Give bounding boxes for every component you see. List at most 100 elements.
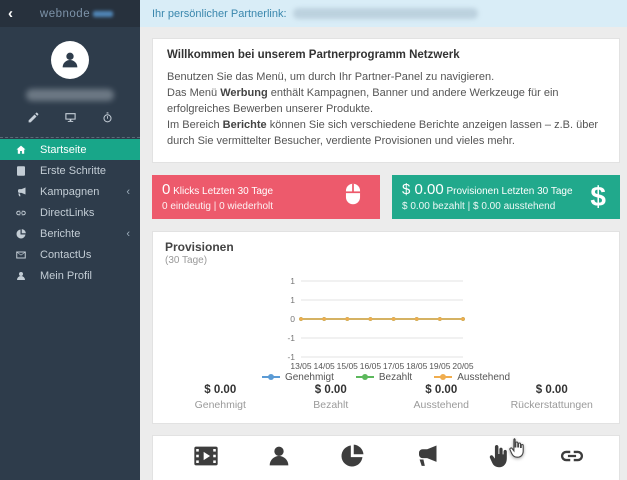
chart-plot: 110-1-113/05 14/05 15/05 16/05 17/05 18/05 19/… [287,276,474,371]
svg-text:0: 0 [290,314,295,324]
commissions-value: $ 0.00 [402,181,444,199]
pie-icon [338,442,366,475]
svg-text:-1: -1 [287,333,295,343]
summary-label: Rückerstattungen [510,398,593,411]
chart-subtitle: (30 Tage) [165,254,208,266]
megaphone-icon [15,186,27,198]
link-icon [558,442,586,475]
commissions-chart: 1 1 0 -1 -1 13/05 14/05 15/05 16/05 17/05 18/05 19/… [279,276,479,385]
summary-label: Bezahlt [313,398,349,411]
commissions-chart-card: Provisionen (30 Tage) 1 1 0 -1 -1 13/05 14/05 1… [152,230,620,424]
commissions-stat-card[interactable]: $ 0.00 Provisionen Letzten 30 Tage $ 0.0… [392,174,620,219]
summary-bezahlt: $ 0.00 Bezahlt [276,384,387,411]
legend-label: Ausstehend [457,371,511,383]
shortcut-berichte[interactable]: Berichte [316,442,389,480]
sidebar-item-label: Startseite [40,143,87,156]
welcome-text-segment: Benutzen Sie das Menü, um durch Ihr Part… [167,71,495,83]
legend-swatch [434,374,453,381]
commissions-sub: $ 0.00 bezahlt | $ 0.00 ausstehend [402,201,556,213]
summary-ausstehend: $ 0.00 Ausstehend [386,384,497,411]
shortcut-directlinks[interactable]: DirectLinks [536,445,609,480]
svg-text:1: 1 [290,277,295,286]
summary-value: $ 0.00 [535,383,568,396]
shortcuts-panel: Affiliate panel tutorial videoMein Profi… [152,434,620,480]
sidebar-item-label: Kampagnen [40,185,100,198]
sidebar-item-label: Mein Profil [40,269,92,282]
summary-genehmigt: $ 0.00 Genehmigt [165,384,276,411]
collapse-sidebar-chevron-icon[interactable]: ‹ [8,6,13,21]
commissions-stat-text: $ 0.00 Provisionen Letzten 30 Tage $ 0.0… [402,181,573,212]
sidebar-item-label: Erste Schritte [40,164,107,177]
sidebar-header: ‹ webnode [0,0,140,27]
partner-link-redacted[interactable] [292,8,478,19]
welcome-title: Willkommen bei unserem Partnerprogramm N… [167,49,460,61]
avatar[interactable] [51,41,89,79]
sidebar: ‹ webnode Startseite Erste Schritte Kampag… [0,0,140,480]
summary-label: Genehmigt [194,398,246,411]
home-icon [15,144,27,156]
affiliate-dashboard: ‹ webnode Startseite Erste Schritte Kampag… [0,0,627,480]
legend-item-bezahlt[interactable]: Bezahlt [355,371,413,383]
welcome-text: Benutzen Sie das Menü, um durch Ihr Part… [167,70,605,150]
clicks-sub: 0 eindeutig | 0 wiederholt [162,201,274,213]
svg-text:20/05: 20/05 [452,361,474,371]
clicks-stat-text: 0 Klicks Letzten 30 Tage 0 eindeutig | 0… [162,181,273,212]
sidebar-item-berichte[interactable]: Berichte ‹ [0,223,140,244]
book-icon [15,165,27,177]
user-icon [15,270,27,282]
sidebar-item-mein-profil[interactable]: Mein Profil [0,265,140,286]
sidebar-divider [0,137,140,138]
sidebar-item-startseite[interactable]: Startseite [0,139,140,160]
mouse-icon [340,181,366,212]
sidebar-item-directlinks[interactable]: DirectLinks [0,202,140,223]
welcome-text-segment: Werbung [220,86,268,99]
sidebar-item-contactus[interactable]: ContactUs [0,244,140,265]
monitor-icon[interactable] [64,111,77,124]
sidebar-item-label: DirectLinks [40,206,95,219]
summary-value: $ 0.00 [425,383,458,396]
pencil-icon[interactable] [27,111,40,124]
summary-value: $ 0.00 [314,383,347,396]
sidebar-item-label: ContactUs [40,248,92,261]
app-logo: webnode [21,8,132,20]
welcome-text-segment: Berichte [222,118,267,131]
sidebar-item-kampagnen[interactable]: Kampagnen ‹ [0,181,140,202]
pie-icon [15,228,27,240]
sidebar-menu: Startseite Erste Schritte Kampagnen ‹ Direct… [0,139,140,286]
summary-value: $ 0.00 [204,383,237,396]
svg-text:15/05: 15/05 [337,361,359,371]
legend-item-genehmigt[interactable]: Genehmigt [261,371,334,383]
legend-label: Genehmigt [284,371,334,383]
legend-swatch [261,374,280,381]
stat-cards-row: 0 Klicks Letzten 30 Tage 0 eindeutig | 0… [152,174,620,219]
legend-label: Bezahlt [378,371,413,383]
clicks-stat-card[interactable]: 0 Klicks Letzten 30 Tage 0 eindeutig | 0… [152,174,380,219]
svg-text:13/05: 13/05 [290,361,312,371]
legend-swatch [355,374,374,381]
user-icon [265,442,293,475]
summary-r-ckerstattungen: $ 0.00 Rückerstattungen [497,384,608,411]
sidebar-item-erste-schritte[interactable]: Erste Schritte [0,160,140,181]
shortcut-mein-profil[interactable]: Mein Profil [242,445,315,480]
legend-item-ausstehend[interactable]: Ausstehend [434,372,510,383]
click-icon [485,442,513,475]
user-icon [62,52,78,68]
welcome-text-segment: Im Bereich [167,118,223,131]
stopwatch-icon[interactable] [101,111,114,124]
svg-text:1: 1 [290,295,295,305]
mail-icon [15,249,27,261]
svg-text:14/05: 14/05 [314,361,336,371]
username-redacted [26,89,114,101]
welcome-text-segment: Das Menü [167,86,221,99]
sidebar-item-label: Berichte [40,227,81,240]
megaphone-icon [412,442,440,475]
svg-text:16/05: 16/05 [360,361,382,371]
shortcut-kampagnen[interactable]: Kampagnen [389,445,462,480]
profile-action-icons [0,111,140,124]
profile-section [0,27,140,124]
partner-link-label: Ihr persönlicher Partnerlink: [152,7,287,20]
shortcut-affiliate-panel-tutorial-video[interactable]: Affiliate panel tutorial video [169,445,242,480]
main-content: Willkommen bei unserem Partnerprogramm N… [140,27,627,480]
shortcut-banner-links[interactable]: Banner & Links [462,442,535,480]
svg-text:17/05: 17/05 [383,361,405,371]
